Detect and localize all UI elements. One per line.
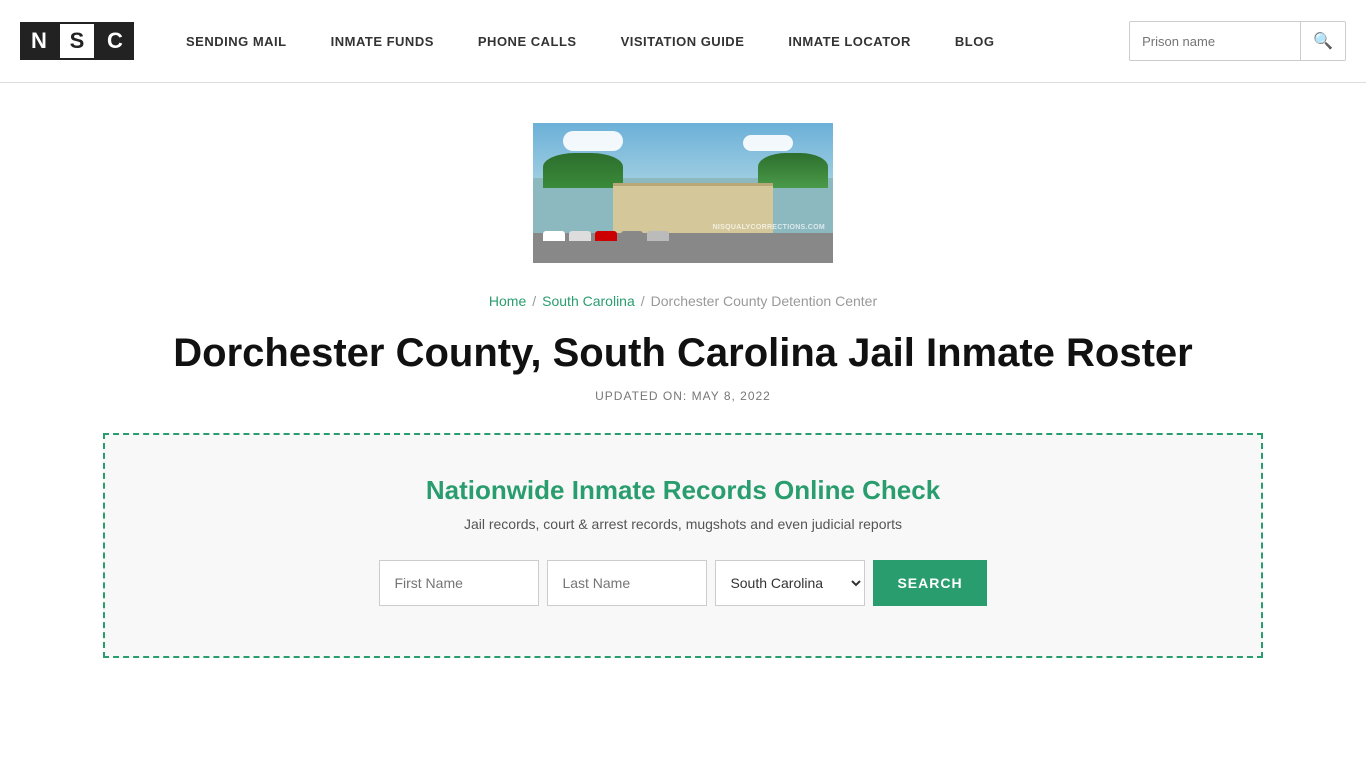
last-name-input[interactable] xyxy=(547,560,707,606)
logo-n: N xyxy=(20,22,58,60)
nav-item-phone-calls[interactable]: PHONE CALLS xyxy=(456,0,599,83)
image-watermark: NISQUALYCORRECTIONS.COM xyxy=(713,224,825,231)
nav-item-visitation-guide[interactable]: VISITATION GUIDE xyxy=(599,0,767,83)
state-select[interactable]: AlabamaAlaskaArizonaArkansasCaliforniaCo… xyxy=(715,560,865,606)
search-input[interactable] xyxy=(1130,34,1300,49)
updated-date: UPDATED ON: MAY 8, 2022 xyxy=(103,389,1263,403)
records-title: Nationwide Inmate Records Online Check xyxy=(135,475,1231,506)
prison-image: NISQUALYCORRECTIONS.COM xyxy=(533,123,833,263)
prison-image-container: NISQUALYCORRECTIONS.COM xyxy=(103,123,1263,263)
records-box: Nationwide Inmate Records Online Check J… xyxy=(103,433,1263,658)
nav-item-inmate-locator[interactable]: INMATE LOCATOR xyxy=(766,0,933,83)
site-search[interactable]: 🔍 xyxy=(1129,21,1346,61)
logo-s: S xyxy=(58,22,96,60)
logo-c: C xyxy=(96,22,134,60)
breadcrumb-sep1: / xyxy=(532,293,536,309)
search-button[interactable]: 🔍 xyxy=(1300,21,1345,61)
nav-item-inmate-funds[interactable]: INMATE FUNDS xyxy=(309,0,456,83)
breadcrumb-sep2: / xyxy=(641,293,645,309)
breadcrumb-state[interactable]: South Carolina xyxy=(542,293,635,309)
nav-item-sending-mail[interactable]: SENDING MAIL xyxy=(164,0,309,83)
breadcrumb-facility: Dorchester County Detention Center xyxy=(651,293,877,309)
records-subtitle: Jail records, court & arrest records, mu… xyxy=(135,516,1231,532)
breadcrumb: Home / South Carolina / Dorchester Count… xyxy=(103,293,1263,309)
main-content: NISQUALYCORRECTIONS.COM Home / South Car… xyxy=(83,83,1283,698)
nav-item-blog[interactable]: BLOG xyxy=(933,0,1017,83)
records-search-button[interactable]: SEARCH xyxy=(873,560,986,606)
site-logo[interactable]: N S C xyxy=(20,22,134,60)
breadcrumb-home[interactable]: Home xyxy=(489,293,526,309)
page-title: Dorchester County, South Carolina Jail I… xyxy=(103,329,1263,377)
main-nav: SENDING MAILINMATE FUNDSPHONE CALLSVISIT… xyxy=(164,0,1129,83)
site-header: N S C SENDING MAILINMATE FUNDSPHONE CALL… xyxy=(0,0,1366,83)
first-name-input[interactable] xyxy=(379,560,539,606)
records-form: AlabamaAlaskaArizonaArkansasCaliforniaCo… xyxy=(135,560,1231,606)
